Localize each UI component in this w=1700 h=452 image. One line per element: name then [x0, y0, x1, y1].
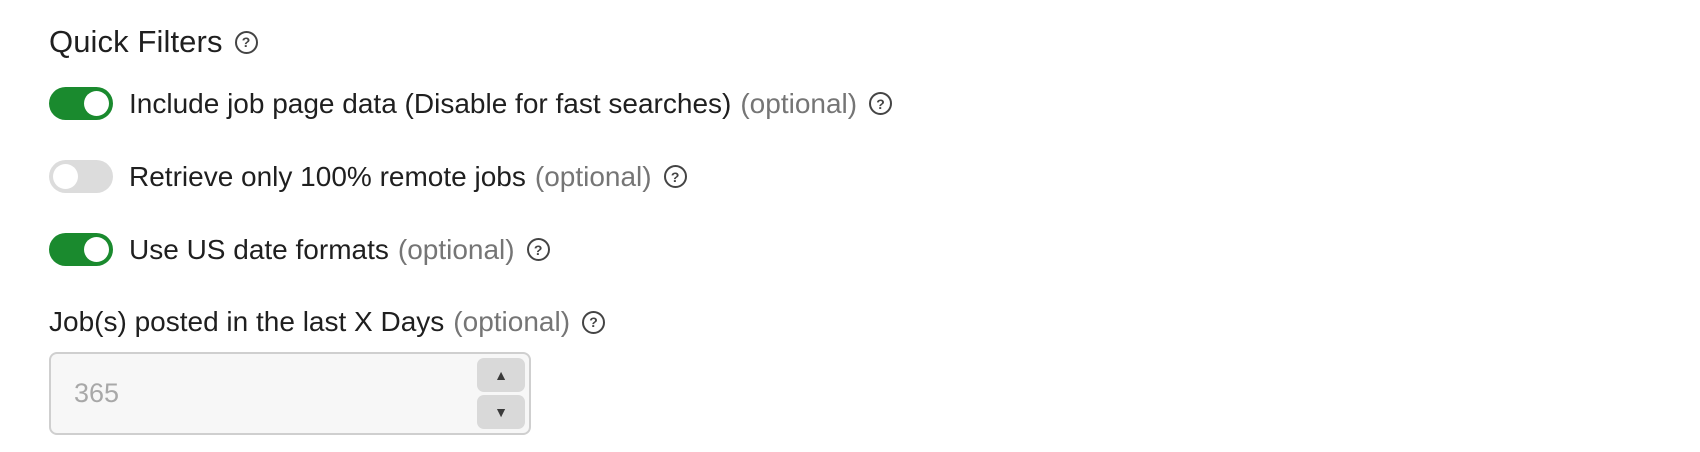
- toggle-row-remote-only: Retrieve only 100% remote jobs (optional…: [49, 160, 687, 193]
- toggle-label: Use US date formats: [129, 233, 389, 265]
- job-page-data-toggle[interactable]: [49, 87, 113, 120]
- quick-filters-panel: Quick Filters ? Include job page data (D…: [0, 0, 1700, 452]
- decrement-button[interactable]: ▼: [477, 395, 525, 429]
- help-icon[interactable]: ?: [869, 92, 893, 115]
- toggle-knob: [53, 164, 78, 189]
- toggle-knob: [84, 91, 109, 116]
- toggle-row-us-date-formats: Use US date formats (optional) ?: [49, 233, 550, 266]
- toggle-label: Retrieve only 100% remote jobs: [129, 160, 526, 192]
- optional-tag: (optional): [740, 87, 858, 119]
- optional-tag: (optional): [397, 233, 515, 265]
- days-field-label-row: Job(s) posted in the last X Days (option…: [49, 306, 606, 338]
- days-number-input[interactable]: 365 ▲ ▼: [49, 352, 531, 435]
- increment-button[interactable]: ▲: [477, 358, 525, 392]
- help-icon[interactable]: ?: [234, 30, 258, 54]
- toggle-knob: [84, 237, 109, 262]
- days-field-label: Job(s) posted in the last X Days: [49, 306, 445, 337]
- optional-tag: (optional): [534, 160, 652, 192]
- help-icon[interactable]: ?: [663, 165, 687, 188]
- section-heading: Quick Filters ?: [49, 24, 258, 60]
- us-date-formats-toggle[interactable]: [49, 233, 113, 266]
- caret-up-icon: ▲: [494, 367, 508, 383]
- toggle-row-job-page-data: Include job page data (Disable for fast …: [49, 87, 893, 120]
- toggle-label: Include job page data (Disable for fast …: [129, 87, 732, 119]
- help-icon[interactable]: ?: [582, 310, 606, 334]
- caret-down-icon: ▼: [494, 404, 508, 420]
- section-title: Quick Filters: [49, 24, 223, 59]
- days-input-value: 365: [74, 378, 120, 408]
- optional-tag: (optional): [453, 306, 571, 337]
- help-icon[interactable]: ?: [526, 238, 550, 261]
- remote-only-toggle[interactable]: [49, 160, 113, 193]
